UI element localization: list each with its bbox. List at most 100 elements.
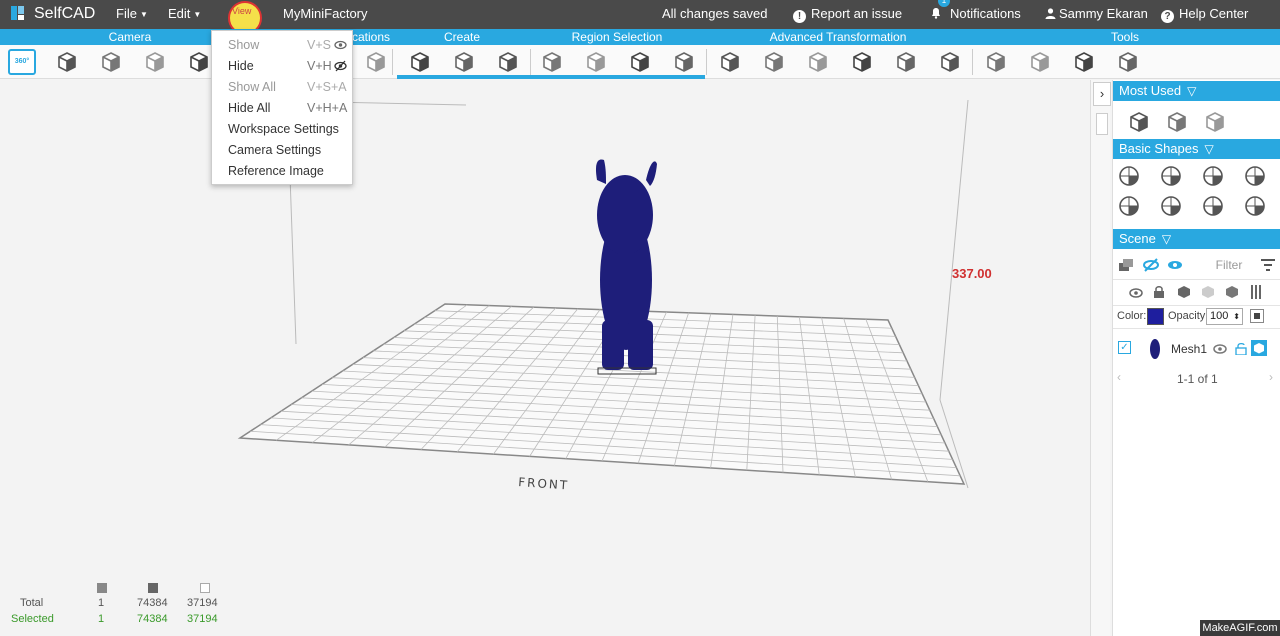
mesh1-visibility-icon[interactable] — [1213, 342, 1227, 360]
mesh1-select-icon[interactable] — [1251, 340, 1267, 356]
notifications-label: Notifications — [950, 6, 1021, 21]
visibility-filter-icon[interactable] — [1129, 286, 1143, 304]
cylinder-cube-icon[interactable] — [1165, 110, 1189, 134]
prev-page-icon[interactable]: ‹ — [1117, 370, 1121, 384]
user-menu[interactable]: Sammy Ekaran — [1045, 0, 1148, 29]
polyhedron-shape-icon[interactable] — [1243, 194, 1267, 218]
scene-filter-input[interactable]: Filter — [1201, 254, 1257, 276]
lock-icon[interactable] — [1153, 285, 1165, 303]
toolbar-separator — [392, 49, 393, 75]
top-bar: SelfCAD File ▼ Edit ▼ View MyMiniFactory A… — [0, 0, 1280, 35]
mesh1-lock-icon[interactable] — [1235, 342, 1247, 360]
region-a-icon[interactable] — [452, 50, 476, 74]
hide-visible-icon[interactable] — [1143, 258, 1159, 277]
cube-icon[interactable] — [1127, 110, 1151, 134]
region-b-icon[interactable] — [496, 50, 520, 74]
category-tools[interactable]: Tools — [1090, 29, 1160, 45]
stop-icon[interactable] — [1250, 309, 1264, 323]
most-used-header[interactable]: Most Used ▽ — [1113, 81, 1280, 101]
shape-c-icon[interactable] — [408, 50, 432, 74]
stack-icon[interactable] — [628, 50, 652, 74]
menu-item-show-shortcut: V+S — [307, 38, 331, 52]
notifications-button[interactable]: 1 Notifications — [930, 0, 1021, 29]
shape-b-icon[interactable] — [364, 50, 388, 74]
toolbar-separator — [972, 49, 973, 75]
menu-file-label: File — [116, 6, 137, 21]
menu-item-show-all[interactable]: Show All V+S+A — [212, 77, 352, 97]
tool-a-icon[interactable] — [894, 50, 918, 74]
pan-icon[interactable] — [99, 50, 123, 74]
cube-grid-icon[interactable] — [672, 50, 696, 74]
basic-shapes-header[interactable]: Basic Shapes ▽ — [1113, 139, 1280, 159]
color-swatch[interactable] — [1147, 308, 1164, 325]
menu-item-show[interactable]: Show V+S — [212, 35, 352, 55]
cube-shape-icon[interactable] — [1117, 164, 1141, 188]
filter-options-icon[interactable] — [1261, 258, 1275, 276]
opacity-value: 100 — [1210, 310, 1229, 322]
sphere-shape-icon[interactable] — [1201, 164, 1225, 188]
rotate-icon[interactable] — [143, 50, 167, 74]
help-center-link[interactable]: ? Help Center — [1161, 0, 1248, 29]
cylinder-shape-icon[interactable] — [1117, 194, 1141, 218]
category-camera[interactable]: Camera — [80, 29, 180, 45]
brush-icon[interactable] — [1116, 50, 1140, 74]
opacity-stepper[interactable]: 100 ⬍ — [1206, 308, 1243, 325]
bend-icon[interactable] — [850, 50, 874, 74]
category-region-selection[interactable]: Region Selection — [557, 29, 677, 45]
menu-item-hide[interactable]: Hide V+H — [212, 56, 352, 76]
selfcad-logo-icon — [11, 6, 24, 20]
logo[interactable]: SelfCAD — [10, 0, 95, 29]
menu-edit[interactable]: Edit ▼ — [168, 0, 201, 29]
tool-d-icon[interactable] — [1028, 50, 1052, 74]
right-panel: Most Used ▽ Basic Shapes ▽ Scene ▽ Filter C… — [1112, 80, 1280, 636]
taper-icon[interactable] — [718, 50, 742, 74]
toolbar-separator — [530, 49, 531, 75]
menu-item-camera-settings[interactable]: Camera Settings — [212, 140, 352, 160]
menu-item-reference-image[interactable]: Reference Image — [212, 161, 352, 181]
wireframe-view-icon[interactable] — [1201, 285, 1215, 304]
group-icon[interactable] — [1225, 285, 1239, 304]
menu-item-hide-label: Hide — [228, 59, 254, 73]
twist-icon[interactable] — [806, 50, 830, 74]
pyramid-icon[interactable] — [762, 50, 786, 74]
scene-item-mesh1[interactable]: ✓ Mesh1 — [1113, 334, 1280, 364]
menu-file[interactable]: File ▼ — [116, 0, 148, 29]
panel-scroll-handle[interactable] — [1096, 113, 1108, 135]
bell-icon: 1 — [930, 0, 950, 19]
zoom-icon[interactable] — [55, 50, 79, 74]
menu-item-workspace-settings[interactable]: Workspace Settings — [212, 119, 352, 139]
stats-total-objects: 1 — [98, 597, 105, 609]
category-advanced-transformation[interactable]: Advanced Transformation — [748, 29, 928, 45]
triangle-down-icon: ▽ — [1161, 232, 1172, 246]
region-c-icon[interactable] — [540, 50, 564, 74]
scene-header[interactable]: Scene ▽ — [1113, 229, 1280, 249]
settings-icon[interactable] — [187, 50, 211, 74]
solid-view-icon[interactable] — [1177, 285, 1191, 304]
vertices-icon — [200, 583, 210, 596]
region-d-icon[interactable] — [584, 50, 608, 74]
mesh1-checkbox[interactable]: ✓ — [1118, 341, 1131, 354]
eye-icon[interactable] — [1167, 258, 1183, 277]
category-create[interactable]: Create — [420, 29, 504, 45]
spring-icon[interactable] — [1203, 110, 1227, 134]
3d-viewport[interactable]: 337.00 FRONT — [0, 80, 1110, 636]
knot-shape-icon[interactable] — [1159, 194, 1183, 218]
collapse-panel-button[interactable]: › — [1093, 82, 1111, 106]
layers-icon[interactable] — [1119, 258, 1135, 277]
front-label: FRONT — [518, 475, 570, 493]
report-issue-link[interactable]: ! Report an issue — [793, 0, 902, 29]
menu-myminifactory[interactable]: MyMiniFactory — [283, 0, 368, 29]
adjust-icon[interactable] — [1249, 285, 1263, 304]
tool-c-icon[interactable] — [984, 50, 1008, 74]
scene-canvas[interactable]: 337.00 FRONT — [0, 80, 1110, 636]
next-page-icon[interactable]: › — [1269, 370, 1273, 384]
tool-e-icon[interactable] — [1072, 50, 1096, 74]
torus-shape-icon[interactable] — [1159, 164, 1183, 188]
menu-view[interactable]: View — [226, 0, 266, 35]
cone-shape-icon[interactable] — [1243, 164, 1267, 188]
menu-item-hide-all[interactable]: Hide All V+H+A — [212, 98, 352, 118]
icosphere-shape-icon[interactable] — [1201, 194, 1225, 218]
camera-360-button[interactable]: 360° — [8, 49, 36, 75]
scene-filter-row — [1113, 280, 1280, 306]
tool-b-icon[interactable] — [938, 50, 962, 74]
